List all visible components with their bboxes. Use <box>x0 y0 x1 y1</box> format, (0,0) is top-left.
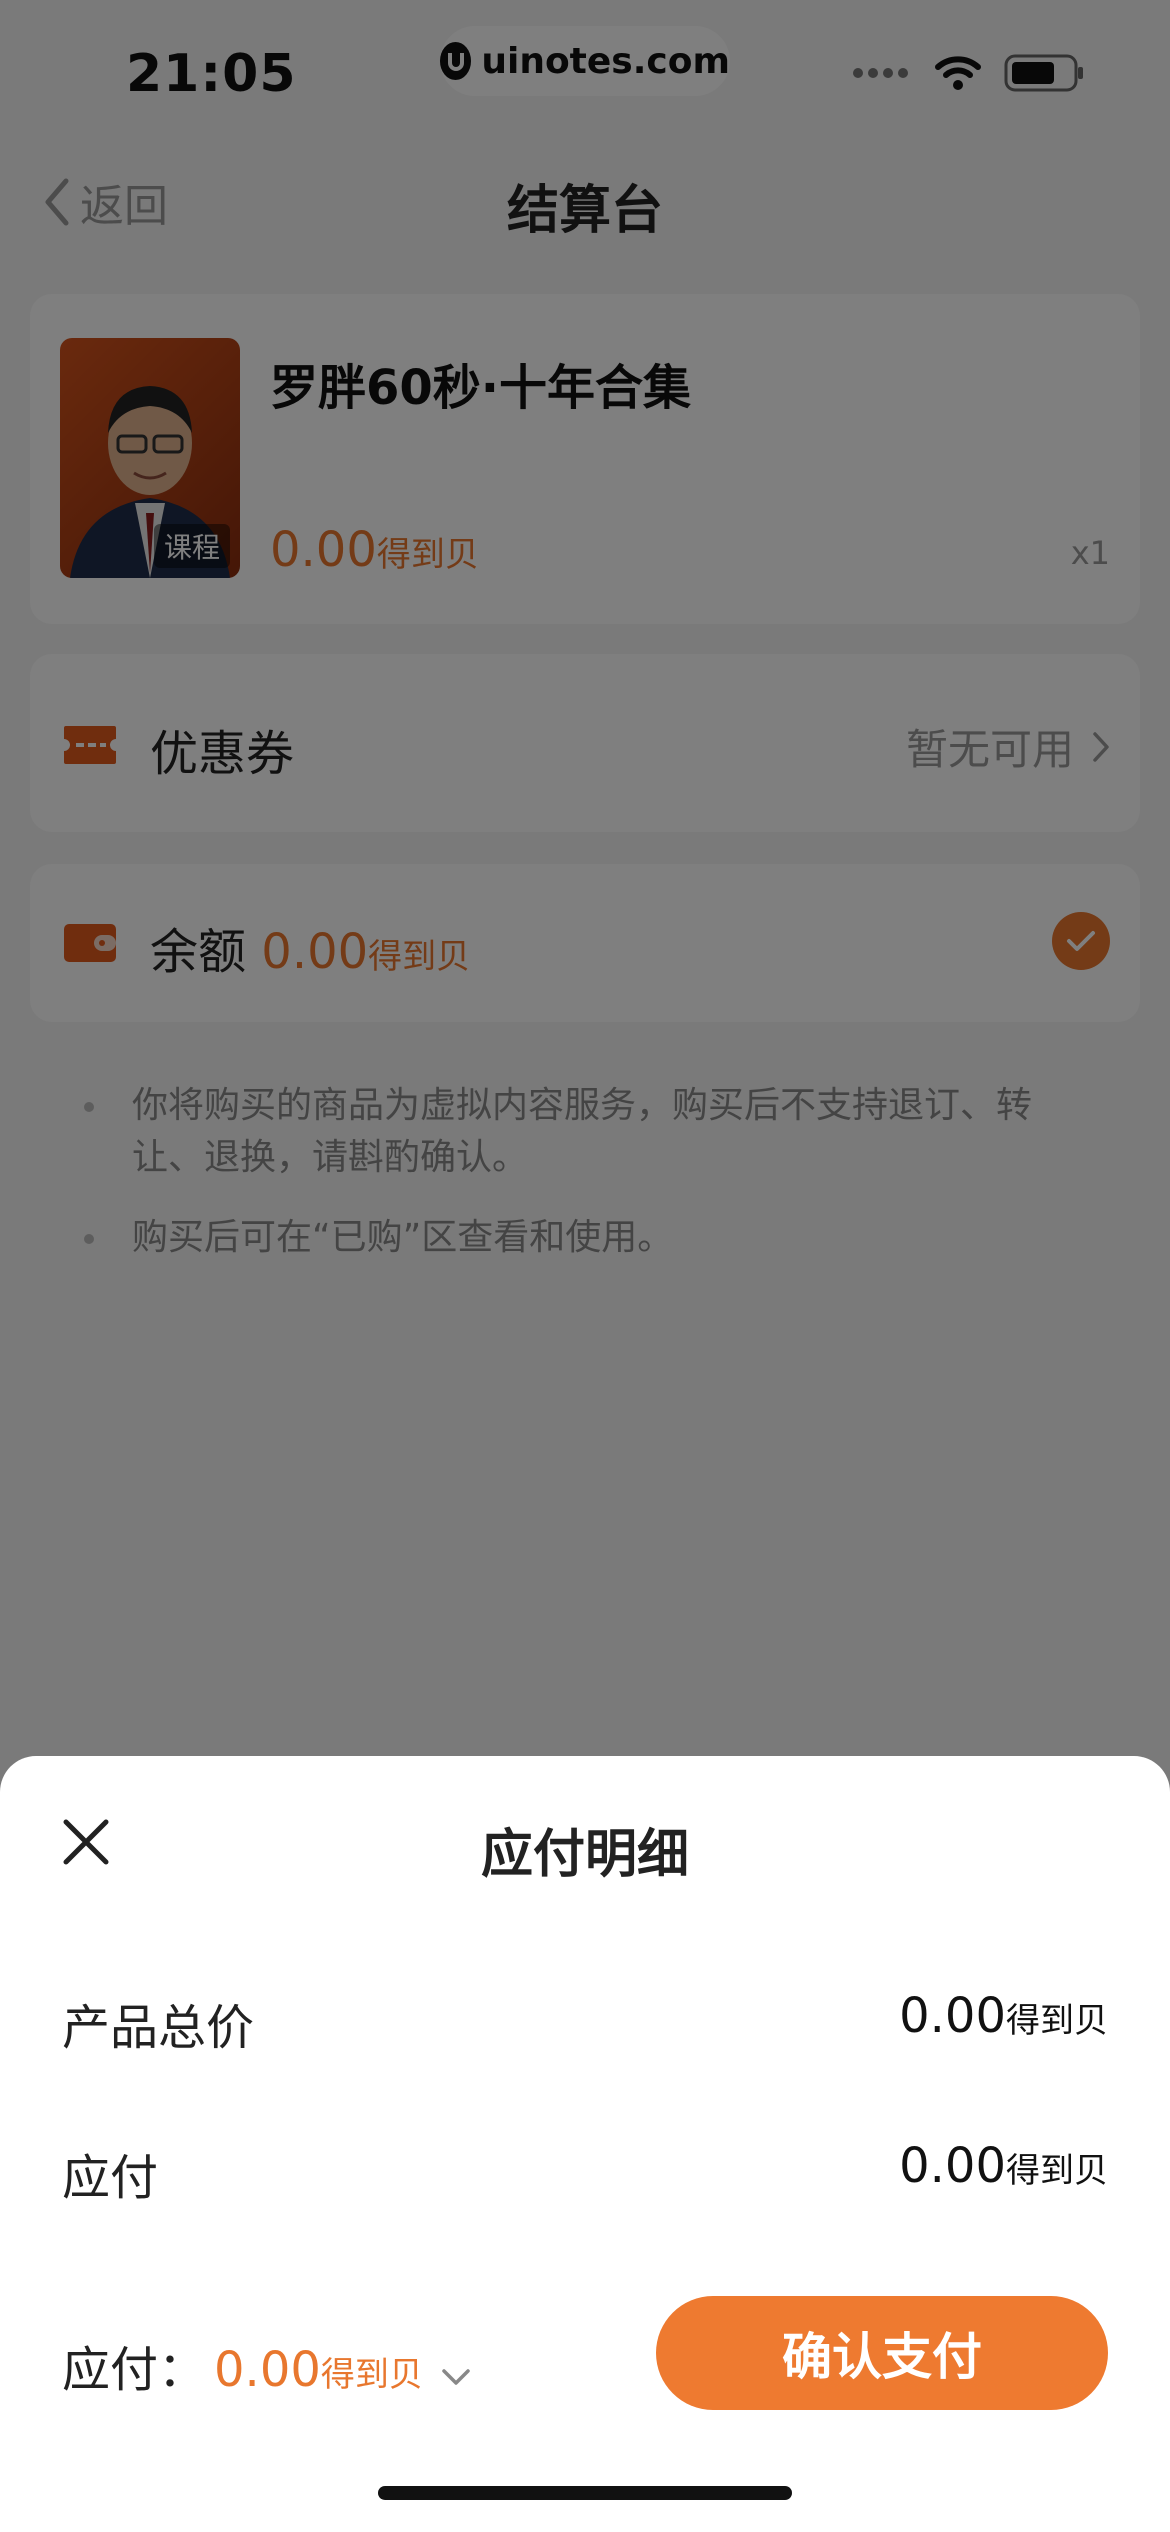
total-price-value: 0.00得到贝 <box>899 1988 1108 2044</box>
total-price-amount: 0.00 <box>899 1988 1006 2044</box>
confirm-payment-button[interactable]: 确认支付 <box>656 2296 1108 2410</box>
sheet-title: 应付明细 <box>480 1825 689 1885</box>
payable-summary-unit: 得到贝 <box>320 2355 423 2395</box>
payable-summary[interactable]: 应付： 0.00 得到贝 <box>62 2330 471 2400</box>
payable-value: 0.00得到贝 <box>899 2138 1108 2194</box>
payable-row: 应付 0.00得到贝 <box>62 2130 1108 2206</box>
total-price-row: 产品总价 0.00得到贝 <box>62 1980 1108 2056</box>
payable-amount: 0.00 <box>899 2138 1006 2194</box>
payable-unit: 得到贝 <box>1006 2151 1108 2191</box>
payable-summary-amount: 0.00 <box>214 2342 321 2398</box>
payment-bar: 应付： 0.00 得到贝 确认支付 <box>62 2296 1108 2416</box>
total-price-unit: 得到贝 <box>1006 2001 1108 2041</box>
total-price-label: 产品总价 <box>62 2000 255 2056</box>
payable-summary-label: 应付： <box>62 2342 207 2398</box>
payable-label: 应付 <box>62 2150 159 2206</box>
payment-detail-sheet: 应付明细 产品总价 0.00得到贝 应付 0.00得到贝 应付： 0.00 得到… <box>0 1756 1170 2532</box>
chevron-down-icon <box>442 2369 470 2385</box>
home-indicator <box>378 2486 792 2500</box>
